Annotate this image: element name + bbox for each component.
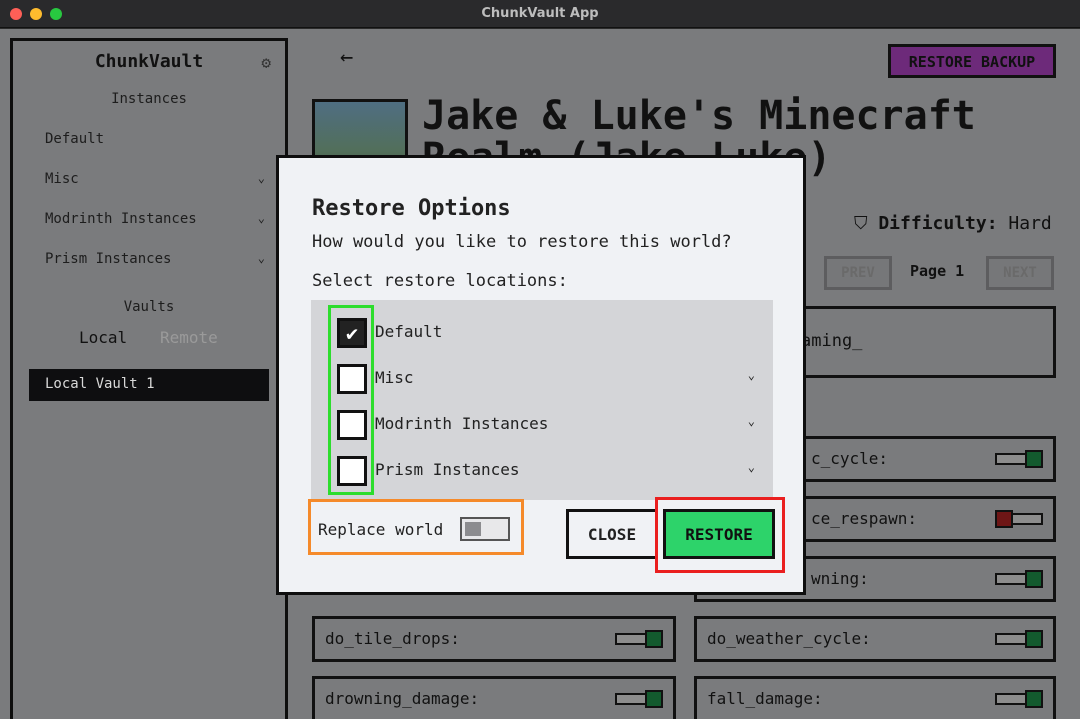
gamerule-toggle[interactable] (615, 690, 663, 708)
restore-options-modal: Restore Options How would you like to re… (276, 155, 806, 595)
sidebar-item-label: Modrinth Instances (45, 211, 197, 227)
sidebar-item-label: Default (45, 131, 105, 147)
sidebar: ChunkVault ⚙ Instances Default Misc ⌄ Mo… (10, 38, 288, 719)
gamerule-row: drowning_damage: (312, 676, 676, 719)
tab-remote[interactable]: Remote (160, 328, 218, 347)
replace-world-toggle[interactable] (460, 517, 510, 541)
gamerule-row: do_tile_drops: (312, 616, 676, 662)
prev-page-button[interactable]: PREV (824, 256, 892, 290)
location-label: Default (375, 322, 443, 341)
page-indicator: Page 1 (910, 262, 965, 280)
modal-title: Restore Options (312, 196, 511, 221)
gamerule-label: do_weather_cycle: (707, 629, 871, 648)
arrow-left-icon[interactable]: ← (340, 45, 353, 70)
restore-backup-button[interactable]: RESTORE BACKUP (888, 44, 1056, 78)
chevron-down-icon[interactable]: ⌄ (748, 368, 755, 382)
location-label: Modrinth Instances (375, 414, 549, 433)
location-label: Prism Instances (375, 460, 520, 479)
sidebar-item-modrinth[interactable]: Modrinth Instances ⌄ (45, 211, 265, 227)
location-prism[interactable]: Prism Instances ⌄ (337, 456, 755, 486)
chevron-down-icon[interactable]: ⌄ (258, 251, 265, 265)
window-title: ChunkVault App (481, 6, 599, 21)
gamerule-toggle[interactable] (995, 630, 1043, 648)
instances-heading: Instances (111, 91, 187, 107)
checkbox-highlight (328, 305, 374, 495)
gamerule-row: fall_damage: (694, 676, 1056, 719)
gamerule-toggle[interactable] (995, 510, 1043, 528)
sidebar-item-label: Prism Instances (45, 251, 172, 267)
close-button[interactable]: CLOSE (566, 509, 658, 559)
modal-question: How would you like to restore this world… (312, 232, 732, 252)
shield-icon: ⛉ (854, 213, 868, 234)
location-misc[interactable]: Misc ⌄ (337, 364, 755, 394)
difficulty: ⛉ Difficulty: Hard (854, 213, 1052, 234)
vault-item-local-vault-1[interactable]: Local Vault 1 (29, 369, 269, 401)
replace-world-label: Replace world (318, 520, 444, 539)
difficulty-label: Difficulty: (878, 213, 998, 234)
next-page-button[interactable]: NEXT (986, 256, 1054, 290)
sidebar-item-misc[interactable]: Misc ⌄ (45, 171, 265, 187)
chevron-down-icon[interactable]: ⌄ (258, 171, 265, 185)
tab-local[interactable]: Local (79, 328, 127, 347)
title-bar: ChunkVault App (0, 0, 1080, 28)
gamerule-toggle[interactable] (615, 630, 663, 648)
gamerule-toggle[interactable] (995, 450, 1043, 468)
location-modrinth[interactable]: Modrinth Instances ⌄ (337, 410, 755, 440)
location-label: Misc (375, 368, 414, 387)
chevron-down-icon[interactable]: ⌄ (748, 460, 755, 474)
brand-title: ChunkVault (94, 51, 204, 72)
gamerule-toggle[interactable] (995, 570, 1043, 588)
sidebar-item-prism[interactable]: Prism Instances ⌄ (45, 251, 265, 267)
sidebar-item-label: Misc (45, 171, 79, 187)
sidebar-item-default[interactable]: Default (45, 131, 265, 147)
difficulty-value: Hard (1008, 213, 1052, 234)
restore-locations-label: Select restore locations: (312, 271, 568, 291)
gamerule-label: do_tile_drops: (325, 629, 460, 648)
location-default[interactable]: ✔ Default (337, 318, 755, 348)
gamerule-row: do_weather_cycle: (694, 616, 1056, 662)
gamerule-toggle[interactable] (995, 690, 1043, 708)
chevron-down-icon[interactable]: ⌄ (258, 211, 265, 225)
gamerule-label: drowning_damage: (325, 689, 480, 708)
gamerule-label: fall_damage: (707, 689, 823, 708)
chevron-down-icon[interactable]: ⌄ (748, 414, 755, 428)
gear-icon[interactable]: ⚙ (261, 53, 271, 72)
restore-button[interactable]: RESTORE (663, 509, 775, 559)
vaults-heading: Vaults (123, 299, 175, 315)
